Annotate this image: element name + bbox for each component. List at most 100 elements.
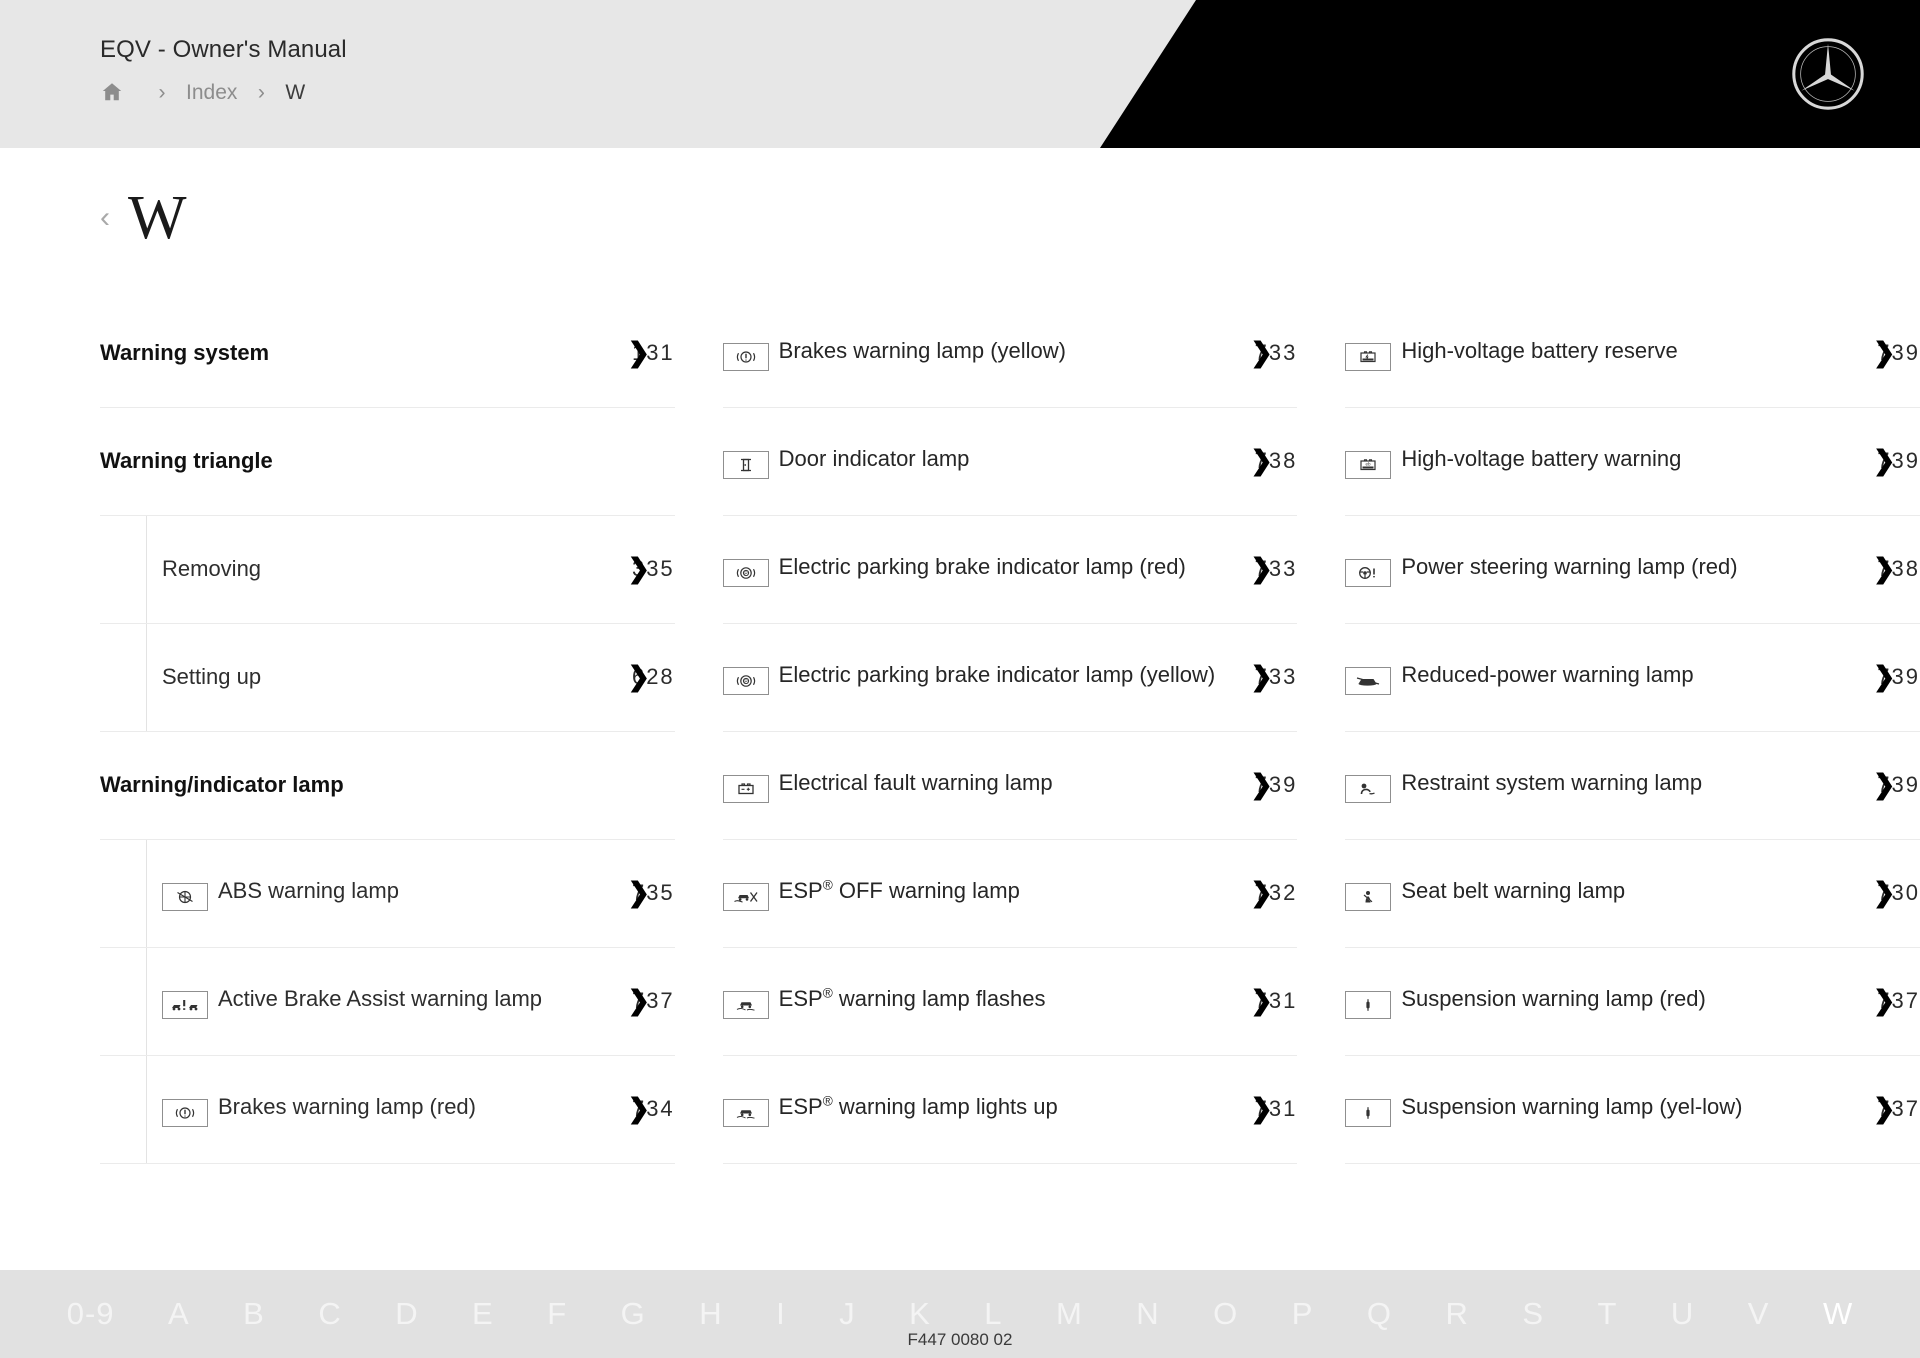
entry-label-block: eb High-voltage battery warning	[1345, 444, 1681, 479]
page-reference[interactable]: 335 ❯	[607, 554, 675, 584]
row-content: Warning/indicator lamp	[100, 770, 675, 800]
entry-label-block: Brakes warning lamp (red)	[162, 1092, 476, 1127]
restraint-system-icon	[1345, 772, 1392, 803]
index-row[interactable]: Seat belt warning lamp 730 ❯	[1345, 840, 1920, 948]
index-row[interactable]: Removing 335 ❯	[100, 516, 675, 624]
page-reference[interactable]: 739 ❯	[1852, 770, 1920, 800]
index-column-1: Warning system 131 ❯ Warning triangle Re…	[100, 300, 675, 1180]
alphabet-letter-l[interactable]: L	[984, 1296, 1002, 1332]
alphabet-letter-h[interactable]: H	[699, 1296, 722, 1332]
index-row[interactable]: Restraint system warning lamp 739 ❯	[1345, 732, 1920, 840]
index-row[interactable]: Door indicator lamp 738 ❯	[722, 408, 1298, 516]
alphabet-letter-o[interactable]: O	[1213, 1296, 1238, 1332]
chevron-right-icon: ❯	[1872, 337, 1896, 368]
entry-label: ESP® warning lamp flashes	[778, 985, 1046, 1011]
index-row[interactable]: Warning system 131 ❯	[100, 300, 675, 408]
page-reference[interactable]: 734 ❯	[607, 1094, 675, 1124]
alphabet-letter-j[interactable]: J	[839, 1296, 856, 1332]
index-row[interactable]: Brakes warning lamp (yellow) 733 ❯	[722, 300, 1298, 408]
index-row[interactable]: Reduced-power warning lamp 739 ❯	[1345, 624, 1920, 732]
index-row[interactable]: High-voltage battery reserve 739 ❯	[1345, 300, 1920, 408]
page-reference[interactable]: 732 ❯	[1229, 878, 1297, 908]
page-reference[interactable]: 628 ❯	[607, 662, 675, 692]
entry-label-block: Seat belt warning lamp	[1345, 876, 1625, 911]
alphabet-letter-p[interactable]: P	[1292, 1296, 1314, 1332]
index-row[interactable]: Warning triangle	[100, 408, 675, 516]
entry-label: Seat belt warning lamp	[1401, 878, 1626, 903]
row-content: Reduced-power warning lamp	[1345, 660, 1852, 695]
page-reference[interactable]: 739 ❯	[1852, 338, 1920, 368]
index-row[interactable]: eb High-voltage battery warning 739 ❯	[1345, 408, 1920, 516]
alphabet-letter-u[interactable]: U	[1671, 1296, 1694, 1332]
alphabet-letter-m[interactable]: M	[1056, 1296, 1083, 1332]
alphabet-letter-c[interactable]: C	[318, 1296, 341, 1332]
row-content: ESP® warning lamp flashes	[722, 984, 1230, 1019]
entry-label: Reduced-power warning lamp	[1401, 662, 1694, 687]
page-reference[interactable]: 739 ❯	[1852, 662, 1920, 692]
page-reference[interactable]: 131 ❯	[607, 338, 675, 368]
breadcrumb-item-w[interactable]: W	[283, 82, 307, 103]
index-row[interactable]: Active Brake Assist warning lamp 737 ❯	[100, 948, 675, 1056]
page-reference[interactable]: 737 ❯	[1852, 986, 1920, 1016]
chevron-right-icon: ❯	[627, 553, 651, 584]
index-row[interactable]: ESP® OFF warning lamp 732 ❯	[722, 840, 1298, 948]
page-reference[interactable]: 738 ❯	[1229, 446, 1297, 476]
index-row[interactable]: Brakes warning lamp (red) 734 ❯	[100, 1056, 675, 1164]
alphabet-letter-q[interactable]: Q	[1367, 1296, 1392, 1332]
index-row[interactable]: ABS warning lamp 735 ❯	[100, 840, 675, 948]
index-row[interactable]: Electrical fault warning lamp 739 ❯	[722, 732, 1298, 840]
battery-fault-icon	[722, 772, 769, 803]
chevron-right-icon: ❯	[1872, 877, 1896, 908]
page-reference[interactable]: 733 ❯	[1229, 662, 1297, 692]
page-reference[interactable]: 733 ❯	[1229, 338, 1297, 368]
alphabet-letters: 0-9 A B C D E F G H I J K L M N O P Q R S T U V W	[0, 1296, 1920, 1332]
alphabet-letter-e[interactable]: E	[472, 1296, 494, 1332]
alphabet-letter-n[interactable]: N	[1136, 1296, 1159, 1332]
alphabet-letter-f[interactable]: F	[547, 1296, 567, 1332]
alphabet-letter-b[interactable]: B	[243, 1296, 265, 1332]
index-row[interactable]: ESP® warning lamp lights up 731 ❯	[722, 1056, 1298, 1164]
row-content: ABS warning lamp	[162, 876, 607, 911]
index-row[interactable]: P Electric parking brake indicator lamp …	[722, 516, 1298, 624]
page-reference[interactable]: 730 ❯	[1852, 878, 1920, 908]
page-reference[interactable]: 738 ❯	[1852, 554, 1920, 584]
home-icon[interactable]	[100, 80, 140, 104]
index-row[interactable]: Power steering warning lamp (red) 738 ❯	[1345, 516, 1920, 624]
alphabet-letter-w[interactable]: W	[1823, 1296, 1853, 1332]
page-reference[interactable]: 735 ❯	[607, 878, 675, 908]
page-reference[interactable]: 739 ❯	[1852, 446, 1920, 476]
alphabet-letter-i[interactable]: I	[776, 1296, 786, 1332]
alphabet-letter-g[interactable]: G	[621, 1296, 646, 1332]
page-reference[interactable]: 731 ❯	[1229, 986, 1297, 1016]
breadcrumb-separator-1: ›	[158, 80, 166, 104]
alphabet-letter-r[interactable]: R	[1446, 1296, 1469, 1332]
page-reference[interactable]: 737 ❯	[1852, 1094, 1920, 1124]
alphabet-letter-a[interactable]: A	[168, 1296, 190, 1332]
index-row[interactable]: P Electric parking brake indicator lamp …	[722, 624, 1298, 732]
alphabet-letter-09[interactable]: 0-9	[67, 1296, 115, 1332]
entry-label-block: Power steering warning lamp (red)	[1345, 552, 1738, 587]
entry-label: High-voltage battery reserve	[1401, 338, 1678, 363]
alphabet-letter-d[interactable]: D	[395, 1296, 418, 1332]
index-row[interactable]: ESP® warning lamp flashes 731 ❯	[722, 948, 1298, 1056]
page-reference[interactable]: 731 ❯	[1229, 1094, 1297, 1124]
back-chevron-icon[interactable]: ‹	[100, 203, 110, 233]
index-row[interactable]: Suspension warning lamp (yel-low) 737 ❯	[1345, 1056, 1920, 1164]
index-row[interactable]: Setting up 628 ❯	[100, 624, 675, 732]
alphabet-letter-v[interactable]: V	[1748, 1296, 1770, 1332]
index-row[interactable]: Warning/indicator lamp	[100, 732, 675, 840]
row-content: eb High-voltage battery warning	[1345, 444, 1852, 479]
alphabet-letter-t[interactable]: T	[1598, 1296, 1618, 1332]
alphabet-letter-s[interactable]: S	[1522, 1296, 1544, 1332]
page-reference[interactable]: 737 ❯	[607, 986, 675, 1016]
alphabet-letter-k[interactable]: K	[909, 1296, 931, 1332]
suspension-icon	[1345, 988, 1392, 1019]
chevron-right-icon: ❯	[1872, 769, 1896, 800]
active-brake-assist-icon	[162, 988, 208, 1019]
index-row[interactable]: Suspension warning lamp (red) 737 ❯	[1345, 948, 1920, 1056]
index-column-3: High-voltage battery reserve 739 ❯ eb Hi…	[1345, 300, 1920, 1180]
row-content: Warning system	[100, 338, 607, 368]
breadcrumb-item-index[interactable]: Index	[184, 82, 239, 103]
page-reference[interactable]: 739 ❯	[1229, 770, 1297, 800]
page-reference[interactable]: 733 ❯	[1229, 554, 1297, 584]
